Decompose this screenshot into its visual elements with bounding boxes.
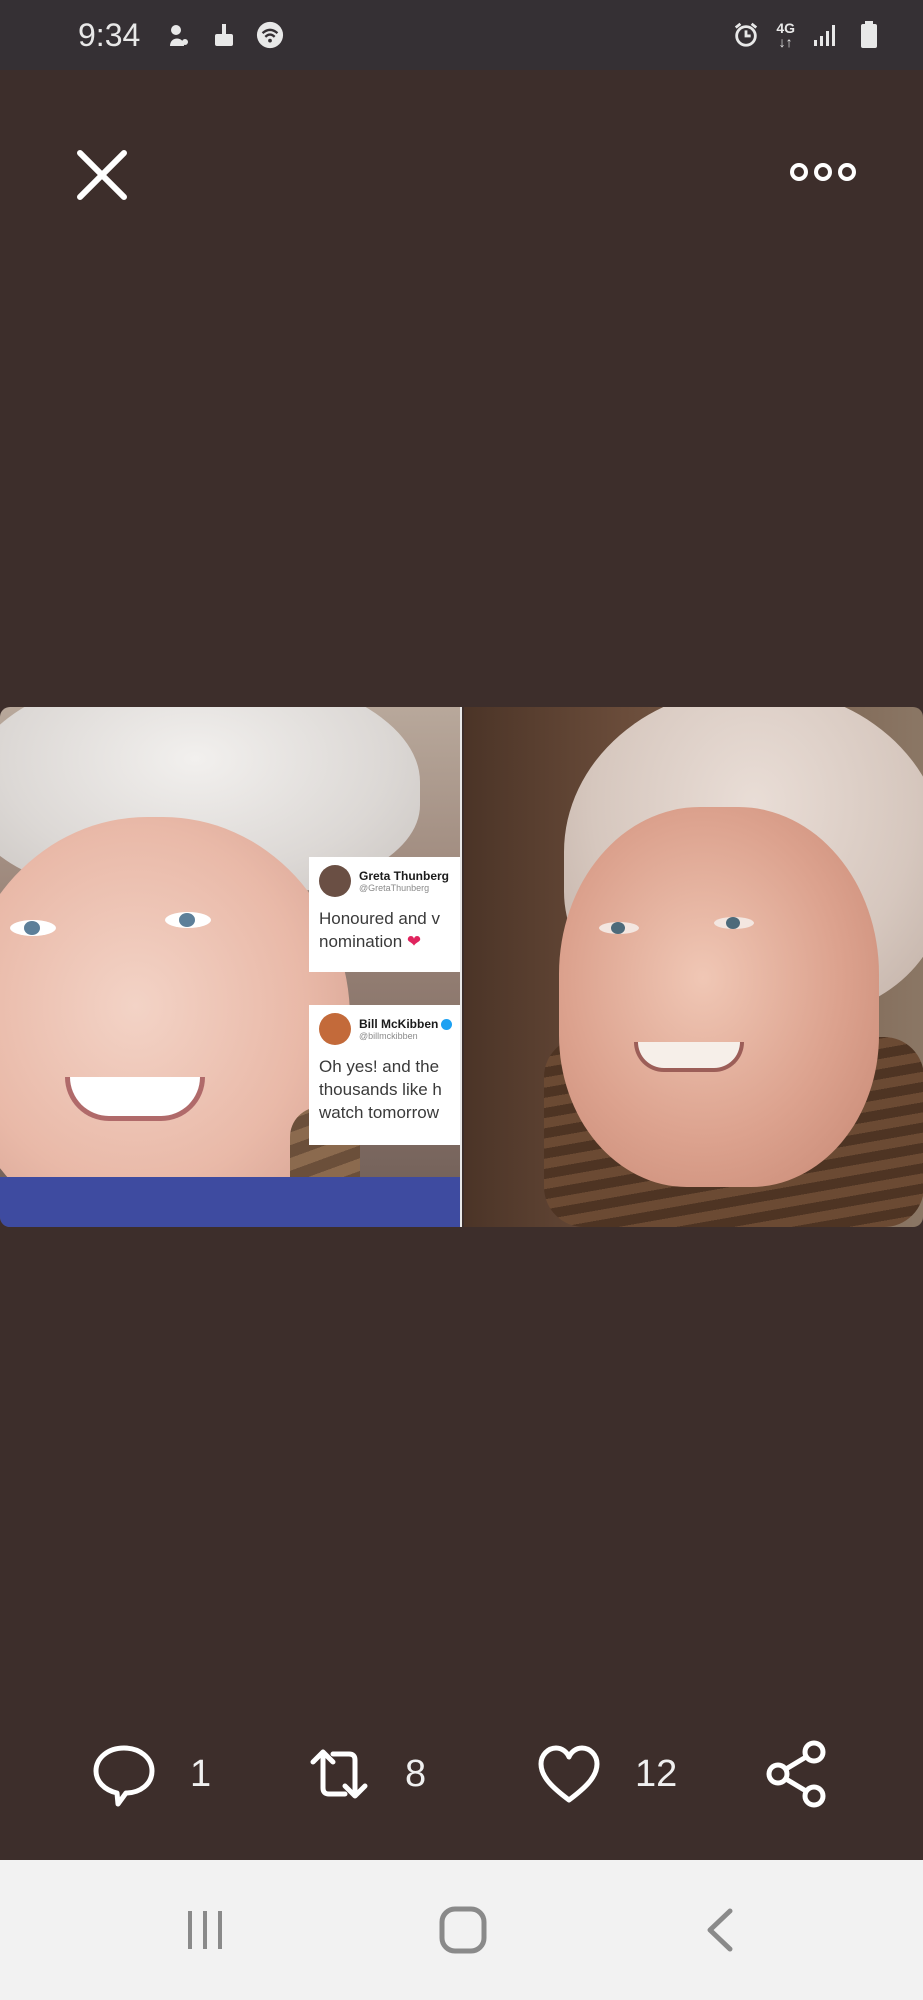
tweet-actions: 1 8 12 — [0, 1740, 923, 1810]
share-button[interactable] — [764, 1740, 832, 1808]
close-button[interactable] — [72, 145, 132, 205]
back-button[interactable] — [686, 1900, 756, 1960]
tweet-author: Bill McKibben @billmckibben — [359, 1017, 453, 1041]
wifi-icon — [256, 21, 284, 49]
retweet-button[interactable]: 8 — [305, 1740, 426, 1808]
tweet-line: Honoured and v — [319, 909, 440, 928]
tweet-author-handle: @billmckibben — [359, 1031, 418, 1041]
image-divider — [460, 707, 462, 1227]
heart-emoji-icon: ❤ — [406, 932, 422, 951]
eye — [165, 912, 211, 928]
tweet-line: thousands like h — [319, 1080, 442, 1099]
recents-button[interactable] — [170, 1900, 240, 1960]
tweet-line: nomination — [319, 932, 403, 951]
home-button[interactable] — [428, 1900, 498, 1960]
status-right-icons: 4G ↓↑ — [732, 21, 883, 49]
network-4g-icon: 4G ↓↑ — [776, 20, 795, 50]
tweet-head: Bill McKibben @billmckibben — [319, 1013, 460, 1045]
jacket — [0, 1177, 460, 1227]
tweet-author-handle: @GretaThunberg — [359, 883, 430, 893]
system-nav-bar — [0, 1860, 923, 2000]
smile — [634, 1042, 744, 1072]
battery-icon — [855, 21, 883, 49]
back-icon — [707, 1908, 733, 1952]
status-bar: 9:34 4G ↓↑ — [0, 0, 923, 70]
status-left-icons — [164, 21, 284, 49]
tweet-line-with-heart: nomination ❤ — [319, 930, 460, 953]
heart-icon — [538, 1745, 600, 1803]
close-icon — [77, 150, 127, 200]
media-left-panel: Greta Thunberg @GretaThunberg Honoured a… — [0, 707, 460, 1227]
recents-icon — [188, 1911, 222, 1949]
avatar — [319, 1013, 351, 1045]
share-icon — [766, 1740, 826, 1808]
eye — [714, 917, 754, 929]
smile — [65, 1077, 205, 1121]
tweet-body: Honoured and v nomination ❤ — [319, 907, 460, 953]
like-button[interactable]: 12 — [535, 1740, 677, 1808]
more-options-button[interactable] — [783, 150, 863, 194]
alarm-icon — [732, 21, 760, 49]
retweet-icon — [310, 1749, 368, 1799]
tweet-author-name: Greta Thunberg — [359, 869, 450, 883]
tweet-line: watch tomorrow — [319, 1103, 439, 1122]
more-options-dot — [814, 163, 832, 181]
embedded-tweet-card: Greta Thunberg @GretaThunberg Honoured a… — [309, 857, 460, 972]
tweet-author-name: Bill McKibben — [359, 1017, 439, 1031]
reply-count: 1 — [190, 1752, 212, 1795]
more-options-dot — [838, 163, 856, 181]
signal-icon — [811, 21, 839, 49]
reply-icon — [93, 1745, 155, 1807]
media-image[interactable]: Greta Thunberg @GretaThunberg Honoured a… — [0, 707, 923, 1227]
home-icon — [439, 1906, 487, 1954]
tweet-head: Greta Thunberg @GretaThunberg — [319, 865, 460, 897]
media-right-panel — [464, 707, 923, 1227]
eye — [599, 922, 639, 934]
tweet-author-name-row: Bill McKibben — [359, 1017, 453, 1031]
face — [559, 807, 879, 1187]
avatar — [319, 865, 351, 897]
broom-icon — [210, 21, 238, 49]
tweet-body: Oh yes! and the thousands like h watch t… — [319, 1055, 460, 1124]
status-time: 9:34 — [78, 16, 141, 53]
retweet-count: 8 — [405, 1752, 427, 1795]
reply-button[interactable]: 1 — [90, 1740, 211, 1808]
tweet-author: Greta Thunberg @GretaThunberg — [359, 869, 449, 893]
eye — [10, 920, 56, 936]
embedded-tweet-card: Bill McKibben @billmckibben Oh yes! and … — [309, 1005, 460, 1145]
verified-badge-icon — [441, 1019, 453, 1031]
like-count: 12 — [635, 1752, 678, 1795]
tweet-line: Oh yes! and the — [319, 1057, 440, 1076]
network-label: 4G — [776, 20, 795, 36]
cat-notification-icon — [164, 21, 192, 49]
more-options-icon — [790, 163, 808, 181]
